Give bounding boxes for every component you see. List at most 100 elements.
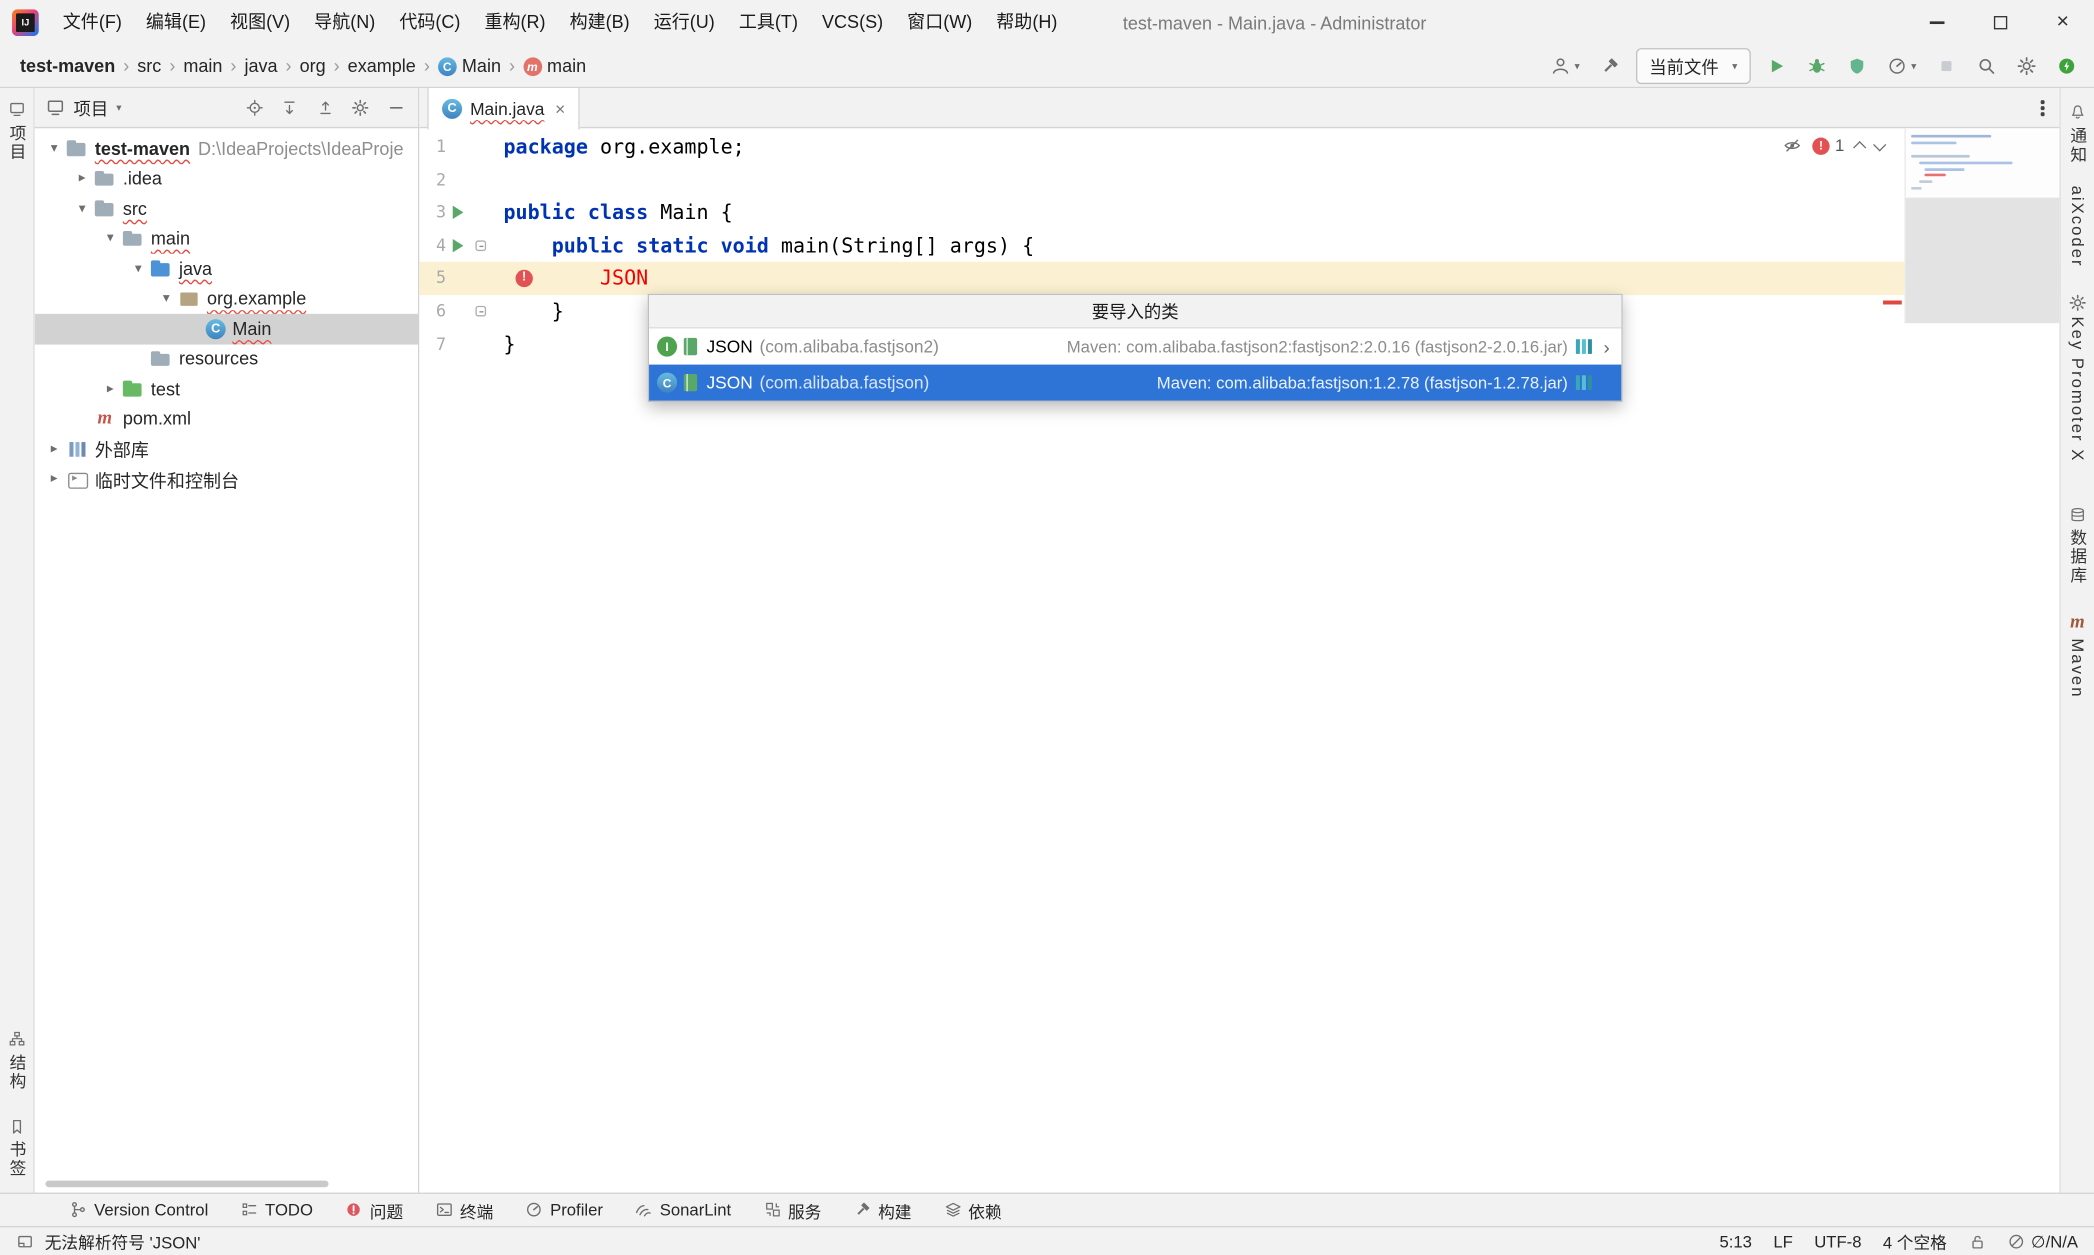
settings-button[interactable] [2013,52,2041,80]
close-tab-icon[interactable]: × [555,99,565,119]
code-line[interactable]: 2 [419,164,2059,197]
menu-item[interactable]: 运行(U) [642,0,727,45]
code-line[interactable]: 4 public static void main(String[] args)… [419,229,2059,262]
user-button[interactable]: ▾ [1546,52,1583,80]
menu-item[interactable]: 视图(V) [218,0,302,45]
terminal-toolwindow-button[interactable]: 终端 [419,1194,509,1226]
minimap-viewport[interactable] [1906,198,2060,324]
expand-all-button[interactable] [278,96,301,119]
tree-item[interactable]: ▸.idea [35,164,418,194]
bookmarks-toolwindow-button[interactable]: 书签 [4,1113,29,1182]
highlighting-mode[interactable]: ∅/N/A [2008,1231,2078,1251]
project-panel-title[interactable]: 项目 [73,95,108,120]
coverage-button[interactable] [1843,52,1871,80]
horizontal-scrollbar[interactable] [45,1181,328,1188]
toolwindow-toggle-icon[interactable] [16,1232,34,1250]
structure-toolwindow-button[interactable]: 结构 [4,1026,29,1095]
breadcrumb-item[interactable]: CMain [434,55,505,78]
hide-button[interactable] [384,96,407,119]
breadcrumb-item[interactable]: org [296,55,330,78]
dependencies-toolwindow-button[interactable]: 依赖 [928,1194,1018,1226]
tree-item[interactable]: ▸外部库 [35,434,418,464]
debug-button[interactable] [1803,52,1831,80]
tree-toggle-icon[interactable]: ▸ [101,382,118,397]
status-encoding[interactable]: UTF-8 [1814,1232,1861,1251]
tree-item[interactable]: resources [35,344,418,374]
error-counter[interactable]: ! 1 [1812,136,1844,155]
run-icon[interactable] [453,239,464,252]
minimize-button[interactable] [1906,0,1969,45]
sonarlint-toolwindow-button[interactable]: SonarLint [619,1194,747,1226]
menu-item[interactable]: 重构(R) [472,0,557,45]
code-line[interactable]: 3public class Main { [419,197,2059,230]
breadcrumb-item[interactable]: mmain [519,55,590,78]
tree-item[interactable]: ▾src [35,194,418,224]
status-indent[interactable]: 4 个空格 [1883,1229,1947,1254]
tree-toggle-icon[interactable]: ▸ [45,472,62,487]
run-button[interactable] [1763,52,1791,80]
menu-item[interactable]: 构建(B) [558,0,642,45]
tree-toggle-icon[interactable]: ▾ [101,231,118,246]
notifications-toolwindow-button[interactable]: 通知 [2065,99,2090,168]
menu-item[interactable]: 帮助(H) [984,0,1069,45]
tree-toggle-icon[interactable]: ▸ [45,442,62,457]
editor-options-icon[interactable] [2033,99,2052,118]
breadcrumb-item[interactable]: test-maven [16,55,119,78]
maven-toolwindow-button[interactable]: mMaven [2068,610,2087,702]
version-control-toolwindow-button[interactable]: Version Control [53,1194,224,1226]
menu-item[interactable]: 工具(T) [727,0,810,45]
menu-item[interactable]: 代码(C) [387,0,472,45]
tree-toggle-icon[interactable]: ▾ [45,141,62,156]
search-button[interactable] [1973,52,2001,80]
tree-item[interactable]: CMain [35,314,418,344]
maximize-button[interactable] [1969,0,2032,45]
stop-button[interactable] [1932,52,1960,80]
close-button[interactable]: × [2031,0,2094,45]
locate-button[interactable] [242,96,265,119]
code-line[interactable]: 5 JSON! [419,262,2059,295]
menu-item[interactable]: VCS(S) [810,0,895,45]
previous-error-icon[interactable] [1853,141,1866,154]
breadcrumb-item[interactable]: example [344,55,420,78]
build-toolwindow-button[interactable]: 构建 [837,1194,927,1226]
services-toolwindow-button[interactable]: 服务 [747,1194,837,1226]
profiler-toolwindow-button[interactable]: Profiler [509,1194,619,1226]
tree-item[interactable]: mpom.xml [35,404,418,434]
key-promoter-x-toolwindow-button[interactable]: Key Promoter X [2068,290,2087,467]
tree-toggle-icon[interactable]: ▾ [158,291,175,306]
tree-toggle-icon[interactable]: ▸ [73,171,90,186]
breadcrumb-item[interactable]: java [240,55,281,78]
problems-toolwindow-button[interactable]: 问题 [329,1194,419,1226]
tree-item[interactable]: ▸临时文件和控制台 [35,464,418,494]
breadcrumb-item[interactable]: main [179,55,226,78]
menu-item[interactable]: 文件(F) [51,0,134,45]
project-toolwindow-button[interactable]: 项目 [4,96,29,165]
fold-icon[interactable] [475,306,486,317]
tree-item[interactable]: ▾main [35,224,418,254]
run-config-select[interactable]: 当前文件▾ [1636,48,1751,84]
highlighting-level-icon[interactable] [1783,136,1802,155]
error-stripe-mark[interactable] [1883,300,1902,304]
plugin-button[interactable] [2053,52,2081,80]
profiler-button[interactable]: ▾ [1883,52,1920,80]
tree-item[interactable]: ▾test-mavenD:\IdeaProjects\IdeaProje [35,134,418,164]
editor-tab-main-java[interactable]: C Main.java × [427,88,580,129]
tree-toggle-icon[interactable]: ▾ [130,261,147,276]
tree-item[interactable]: ▾java [35,254,418,284]
editor[interactable]: 1package org.example;23public class Main… [419,128,2059,1192]
tree-item[interactable]: ▸test [35,374,418,404]
menu-item[interactable]: 窗口(W) [895,0,984,45]
fold-icon[interactable] [475,240,486,251]
tree-toggle-icon[interactable]: ▾ [73,201,90,216]
todo-toolwindow-button[interactable]: TODO [224,1194,329,1226]
menu-item[interactable]: 导航(N) [302,0,387,45]
status-line-ending[interactable]: LF [1773,1232,1792,1251]
import-candidate[interactable]: CJSON(com.alibaba.fastjson)Maven: com.al… [649,365,1621,401]
minimap[interactable] [1904,128,2059,323]
run-icon[interactable] [453,206,464,219]
next-error-icon[interactable] [1873,138,1886,151]
inspections-widget[interactable]: ! 1 [1783,136,1884,155]
breadcrumb-item[interactable]: src [133,55,165,78]
database-toolwindow-button[interactable]: 数据库 [2065,502,2090,589]
tree-item[interactable]: ▾org.example [35,284,418,314]
